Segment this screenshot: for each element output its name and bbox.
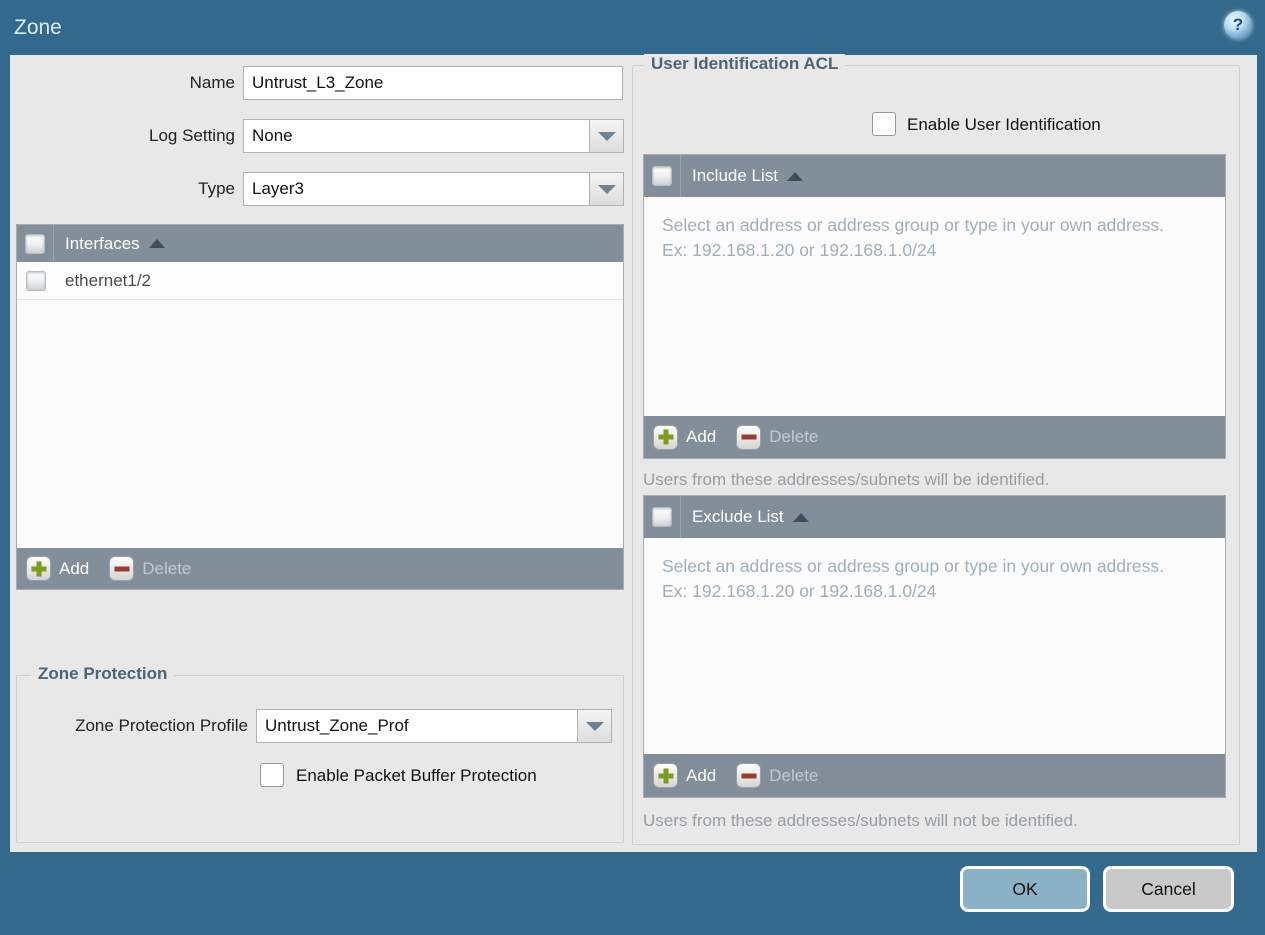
table-row[interactable]: ethernet1/2 [17, 262, 623, 300]
add-icon[interactable] [653, 424, 678, 450]
checkbox-icon [652, 507, 672, 527]
interfaces-select-all[interactable] [17, 225, 54, 262]
include-list-header: Include List [644, 155, 1225, 197]
dialog-titlebar: Zone ? [0, 0, 1265, 55]
log-setting-label: Log Setting [148, 126, 235, 145]
zone-protection-profile-label: Zone Protection Profile [75, 716, 248, 735]
name-input[interactable] [243, 66, 623, 100]
include-list-body[interactable]: Select an address or address group or ty… [644, 197, 1225, 416]
zone-protection-legend: Zone Protection [31, 664, 175, 684]
include-add-button[interactable]: Add [686, 427, 716, 447]
user-identification-fieldset: User Identification ACL Enable User Iden… [632, 54, 1240, 845]
enable-user-identification-label: Enable User Identification [907, 115, 1101, 134]
user-identification-legend: User Identification ACL [644, 54, 846, 74]
log-setting-dropdown-button[interactable] [590, 119, 624, 153]
delete-icon[interactable] [736, 424, 762, 450]
delete-icon[interactable] [109, 556, 135, 581]
interfaces-header-label[interactable]: Interfaces [54, 234, 140, 254]
zone-protection-profile-dropdown-button[interactable] [578, 709, 612, 743]
include-delete-button[interactable]: Delete [769, 427, 818, 447]
include-list-header-label[interactable]: Include List [681, 166, 778, 186]
checkbox-icon [652, 166, 672, 186]
checkbox-icon [25, 270, 46, 291]
exclude-select-all[interactable] [644, 496, 681, 538]
row-checkbox[interactable] [17, 270, 54, 291]
help-icon[interactable]: ? [1224, 11, 1252, 39]
interface-name: ethernet1/2 [65, 270, 152, 290]
interfaces-add-button[interactable]: Add [59, 559, 89, 579]
zone-protection-fieldset: Zone Protection Zone Protection Profile … [16, 664, 624, 843]
sort-ascending-icon [787, 171, 803, 181]
include-list-footer: Add Delete [644, 416, 1225, 458]
include-list-placeholder: Select an address or address group or ty… [662, 215, 1164, 260]
exclude-add-button[interactable]: Add [686, 766, 716, 786]
exclude-list-table: Exclude List Select an address or addres… [643, 495, 1226, 798]
add-icon[interactable] [653, 763, 678, 788]
exclude-list-caption: Users from these addresses/subnets will … [643, 811, 1078, 830]
name-label: Name [189, 73, 235, 92]
interfaces-table-footer: Add Delete [17, 548, 623, 589]
chevron-down-icon [597, 131, 616, 141]
exclude-list-header-label[interactable]: Exclude List [681, 507, 784, 527]
interfaces-table: Interfaces ethernet1/2 Add Delete [16, 224, 624, 590]
sort-ascending-icon [792, 512, 809, 522]
zone-protection-profile-input[interactable] [256, 709, 578, 743]
cancel-button[interactable]: Cancel [1103, 866, 1234, 912]
interfaces-table-header: Interfaces [17, 225, 623, 262]
type-label: Type [198, 179, 235, 198]
checkbox-icon [25, 233, 45, 254]
include-list-caption: Users from these addresses/subnets will … [643, 470, 1050, 489]
enable-user-identification-checkbox[interactable] [872, 112, 896, 136]
type-input[interactable] [243, 172, 590, 206]
sort-ascending-icon [148, 239, 165, 248]
delete-icon[interactable] [736, 763, 762, 788]
help-glyph: ? [1232, 15, 1244, 34]
ok-button[interactable]: OK [960, 866, 1090, 912]
add-icon[interactable] [26, 556, 51, 581]
type-dropdown-button[interactable] [590, 172, 624, 206]
interfaces-table-body: ethernet1/2 [17, 262, 623, 548]
dialog-content: Name Log Setting Type Interfaces etherne… [10, 54, 1257, 852]
exclude-delete-button[interactable]: Delete [769, 766, 818, 786]
chevron-down-icon [585, 721, 604, 731]
packet-buffer-checkbox[interactable] [260, 763, 284, 787]
exclude-list-footer: Add Delete [644, 754, 1225, 797]
exclude-list-placeholder: Select an address or address group or ty… [662, 556, 1164, 601]
dialog-title: Zone [14, 16, 62, 39]
interfaces-delete-button[interactable]: Delete [142, 559, 191, 579]
chevron-down-icon [597, 184, 616, 194]
log-setting-input[interactable] [243, 119, 590, 153]
packet-buffer-label: Enable Packet Buffer Protection [296, 766, 537, 785]
exclude-list-body[interactable]: Select an address or address group or ty… [644, 538, 1225, 754]
exclude-list-header: Exclude List [644, 496, 1225, 538]
include-select-all[interactable] [644, 155, 681, 197]
include-list-table: Include List Select an address or addres… [643, 154, 1226, 459]
